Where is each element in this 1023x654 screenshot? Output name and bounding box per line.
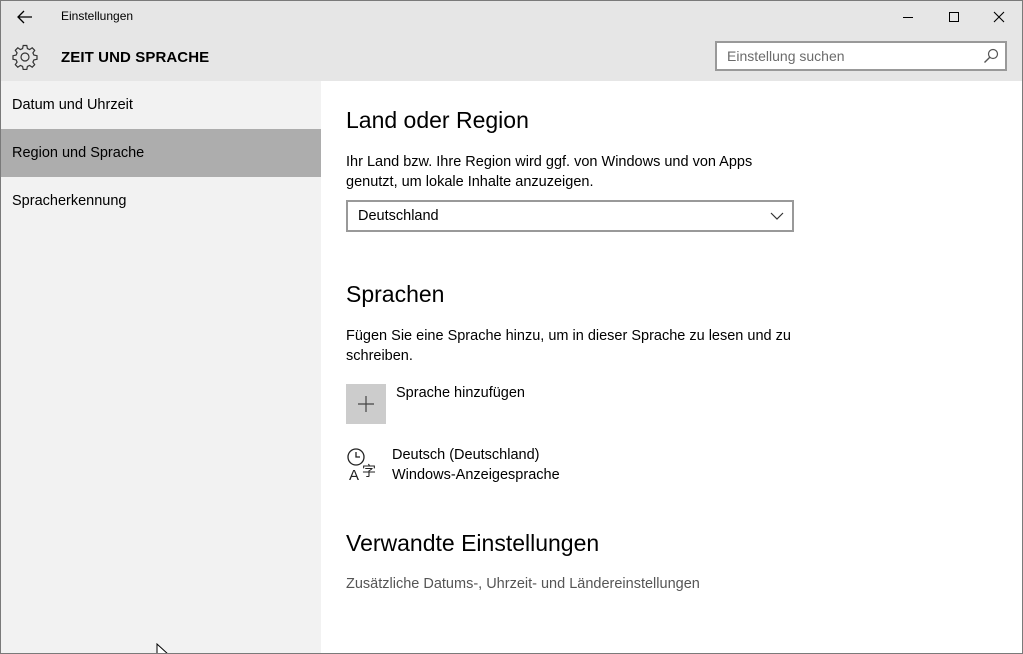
search-box[interactable] [715,41,1007,71]
search-input[interactable] [717,43,987,69]
main-content: Land oder Region Ihr Land bzw. Ihre Regi… [321,81,1022,653]
back-button[interactable] [9,3,41,31]
search-icon[interactable] [983,48,999,64]
settings-window: Einstellungen ZEIT UND SPRACHE Einstellu… [0,0,1023,654]
sidebar-item-datum-uhrzeit[interactable]: Datum und Uhrzeit [1,81,321,129]
title-bar: Einstellungen [1,1,1022,33]
close-button[interactable] [976,1,1022,33]
svg-text:字: 字 [362,464,376,480]
region-description-line: Ihr Land bzw. Ihre Region wird ggf. von … [346,154,753,170]
region-description: Ihr Land bzw. Ihre Region wird ggf. von … [346,152,806,192]
region-description-line: genutzt, um lokale Inhalte anzuzeigen. [346,174,594,190]
arrow-left-icon [17,10,32,24]
mouse-cursor-icon [156,643,168,653]
minimize-icon [903,17,913,18]
gear-icon [12,44,38,70]
sidebar-item-spracherkennung[interactable]: Spracherkennung [1,177,321,225]
minimize-button[interactable] [885,1,931,33]
page-header: ZEIT UND SPRACHE [1,33,1022,81]
additional-settings-link[interactable]: Zusätzliche Datums-, Uhrzeit- und Länder… [346,576,700,592]
svg-text:A: A [349,467,359,481]
sidebar-item-region-sprache[interactable]: Region und Sprache [1,129,321,177]
plus-icon [358,396,374,412]
language-name: Deutsch (Deutschland) [392,447,540,463]
language-time-icon: A 字 [347,448,376,481]
add-language-button[interactable] [346,384,386,424]
language-subtitle: Windows-Anzeigesprache [392,467,560,483]
related-heading: Verwandte Einstellungen [346,530,600,556]
chevron-down-icon [770,212,784,220]
languages-description: Fügen Sie eine Sprache hinzu, um in dies… [346,326,806,366]
country-dropdown[interactable]: Deutschland [346,200,794,232]
maximize-icon [949,12,959,22]
sidebar: Datum und Uhrzeit Region und Sprache Spr… [1,81,321,653]
close-icon [993,11,1005,23]
country-dropdown-value: Deutschland [358,208,439,224]
languages-heading: Sprachen [346,281,445,307]
languages-description-line: schreiben. [346,348,413,364]
region-heading: Land oder Region [346,107,529,133]
maximize-button[interactable] [931,1,977,33]
app-title: Einstellungen [61,9,134,23]
page-title: ZEIT UND SPRACHE [61,49,210,66]
add-language-label[interactable]: Sprache hinzufügen [396,385,525,401]
language-item[interactable]: Deutsch (Deutschland) Windows-Anzeigespr… [392,445,560,485]
languages-description-line: Fügen Sie eine Sprache hinzu, um in dies… [346,328,791,344]
